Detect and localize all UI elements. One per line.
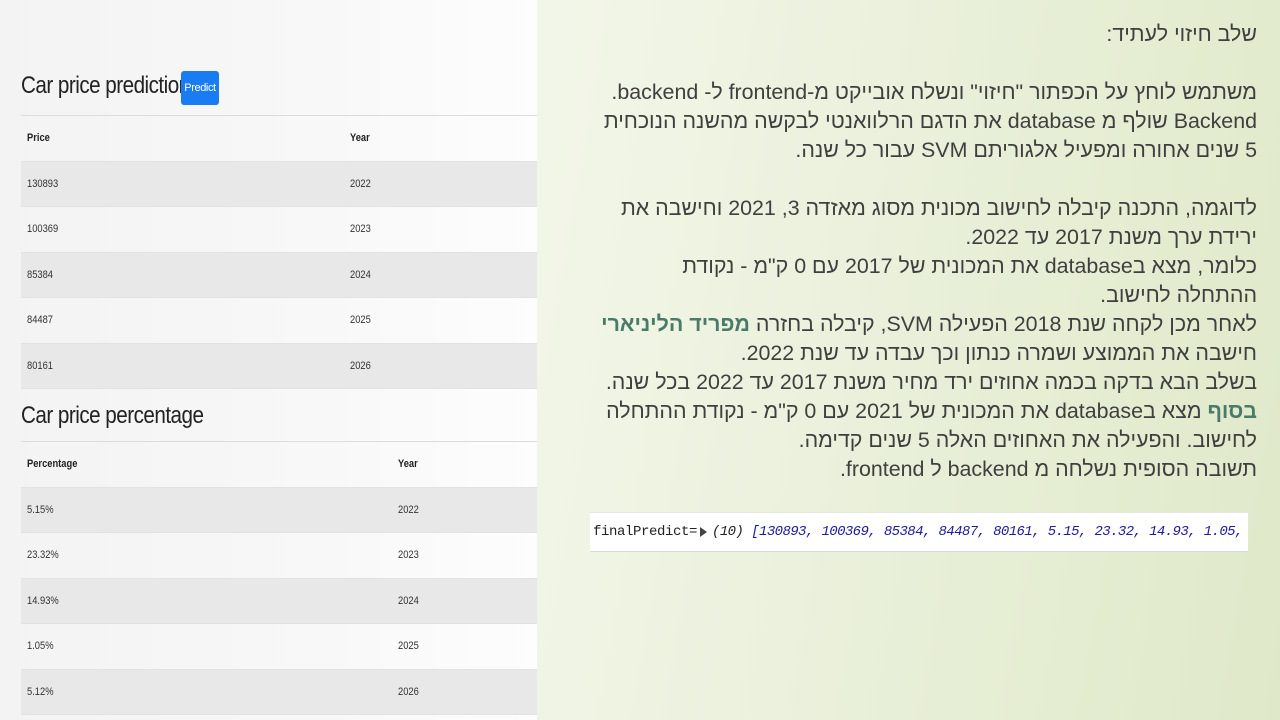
- page-title-percentage: Car price percentage: [21, 402, 204, 429]
- table-row: 14.93% 2024: [21, 578, 537, 624]
- notes-line: לאחר מכן לקחה שנת 2018 הפעילה SVM, קיבלה…: [548, 310, 1257, 339]
- year-cell: 2025: [398, 640, 419, 653]
- notes-line: Backend שולף מ database את הדגם הרלוואנט…: [603, 109, 1257, 133]
- expand-triangle-icon[interactable]: [700, 527, 708, 537]
- table-row: 80161 2026: [21, 343, 537, 389]
- notes-text: מצא בdatabase את המכונית של 2021 עם 0 ק"…: [606, 399, 1208, 423]
- table-row: 1.05% 2025: [21, 624, 537, 670]
- percentage-cell: 14.93%: [27, 594, 59, 607]
- percentage-cell: 5.12%: [27, 685, 54, 698]
- column-header-price: Price: [27, 132, 50, 145]
- year-cell: 2024: [398, 594, 419, 607]
- console-output: finalPredict= (10) [130893, 100369, 8538…: [590, 512, 1248, 552]
- notes-line: כלומר, מצא בdatabase את המכונית של 2017 …: [682, 254, 1257, 278]
- console-array-count: (10): [712, 524, 744, 540]
- year-cell: 2026: [398, 685, 419, 698]
- year-cell: 2024: [350, 268, 371, 281]
- price-cell: 85384: [27, 268, 54, 281]
- table-row: 23.32% 2023: [21, 533, 537, 579]
- table-row: 85384 2024: [21, 252, 537, 298]
- predict-button[interactable]: Predict: [181, 71, 219, 105]
- notes-line: 5 שנים אחורה ומפעיל אלגוריתם SVM עבור כל…: [795, 138, 1257, 162]
- notes-highlight: מפריד הליניארי: [601, 312, 750, 336]
- notes-line: חישבה את הממוצע ושמרה כנתון וכך עבדה עד …: [740, 341, 1257, 365]
- year-cell: 2023: [350, 223, 371, 236]
- table-row: 130893 2022: [21, 161, 537, 207]
- notes-line: בשלב הבא בדקה בכמה אחוזים ירד מחיר משנת …: [605, 370, 1257, 394]
- app-screenshot-panel: Car price prediction Predict Price Year …: [0, 0, 537, 720]
- price-cell: 130893: [27, 177, 59, 190]
- column-header-year: Year: [350, 132, 370, 145]
- notes-line: תשובה הסופית נשלחה מ backend ל frontend.: [839, 457, 1257, 481]
- table-row: 5.15% 2022: [21, 487, 537, 533]
- year-cell: 2025: [350, 314, 371, 327]
- year-cell: 2026: [350, 359, 371, 372]
- price-cell: 100369: [27, 223, 59, 236]
- notes-line: לדוגמה, התכנה קיבלה לחישוב מכונית מסוג מ…: [620, 196, 1257, 220]
- notes-line: ירידת ערך משנת 2017 עד 2022.: [965, 225, 1257, 249]
- console-label: finalPredict=: [593, 524, 698, 540]
- percentage-cell: 1.05%: [27, 640, 54, 653]
- price-cell: 80161: [27, 359, 54, 372]
- notes-line: בסוף מצא בdatabase את המכונית של 2021 עם…: [548, 397, 1257, 426]
- column-header-percentage: Percentage: [27, 458, 78, 471]
- price-table: Price Year 130893 2022 100369 2023 85384…: [21, 115, 537, 389]
- notes-line: לחישוב. והפעילה את האחוזים האלה 5 שנים ק…: [798, 428, 1257, 452]
- notes-text: לאחר מכן לקחה שנת 2018 הפעילה SVM, קיבלה…: [749, 312, 1257, 336]
- year-cell: 2022: [350, 177, 371, 190]
- explanation-text: שלב חיזוי לעתיד: משתמש לוחץ על הכפתור "ח…: [548, 20, 1257, 484]
- percentage-cell: 23.32%: [27, 549, 59, 562]
- notes-line: ההתחלה לחישוב.: [1100, 283, 1257, 307]
- page-title-prediction: Car price prediction: [21, 72, 190, 99]
- notes-line: משתמש לוחץ על הכפתור "חיזוי" ונשלח אוביי…: [611, 80, 1257, 104]
- price-cell: 84487: [27, 314, 54, 327]
- percentage-cell: 5.15%: [27, 503, 54, 516]
- notes-highlight: בסוף: [1207, 399, 1257, 423]
- table-header-row: Price Year: [21, 116, 537, 162]
- notes-heading: שלב חיזוי לעתיד:: [1106, 22, 1257, 46]
- column-header-year: Year: [398, 458, 418, 471]
- year-cell: 2023: [398, 549, 419, 562]
- table-row: 5.12% 2026: [21, 669, 537, 715]
- console-array-values: [130893, 100369, 85384, 84487, 80161, 5.…: [751, 524, 1248, 540]
- table-row: 100369 2023: [21, 207, 537, 253]
- year-cell: 2022: [398, 503, 419, 516]
- percentage-table: Percentage Year 5.15% 2022 23.32% 2023 1…: [21, 441, 537, 715]
- table-header-row: Percentage Year: [21, 442, 537, 488]
- table-row: 84487 2025: [21, 298, 537, 344]
